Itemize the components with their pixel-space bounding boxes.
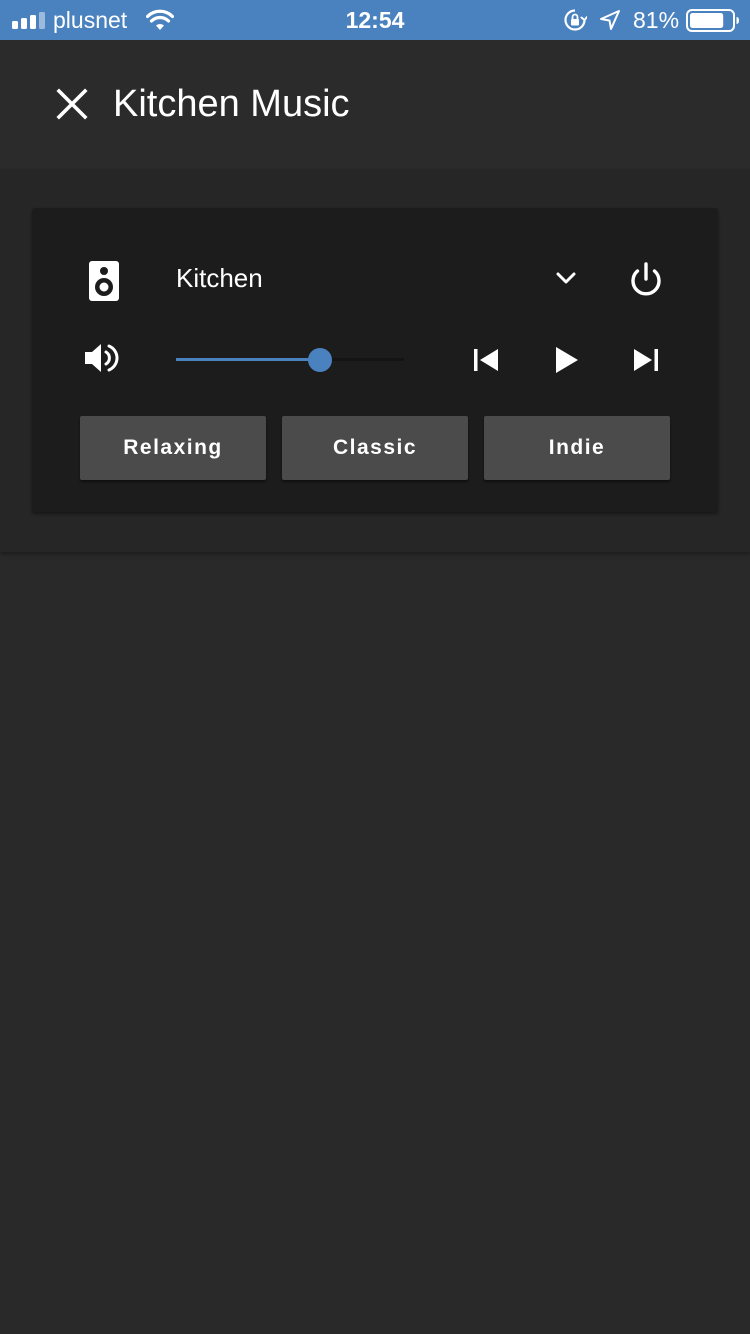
close-button[interactable] [48, 80, 96, 128]
previous-track-button[interactable] [468, 342, 504, 378]
preset-button-relaxing[interactable]: Relaxing [80, 416, 266, 480]
power-icon [631, 262, 661, 296]
close-icon [56, 88, 88, 120]
dialog-content: Kitchen Relaxing Classic Indie [0, 170, 750, 552]
status-bar: plusnet 12:54 81% [0, 0, 750, 40]
media-player-card: Kitchen Relaxing Classic Indie [32, 208, 718, 512]
location-arrow-icon [600, 10, 620, 30]
battery-percentage: 81% [633, 7, 680, 33]
media-player-name: Kitchen [176, 263, 263, 293]
play-icon [556, 347, 578, 373]
volume-slider-fill [176, 358, 320, 361]
source-dropdown-button[interactable] [548, 260, 584, 296]
rotation-lock-icon [564, 9, 587, 31]
dialog-header: Kitchen Music [0, 40, 750, 168]
chevron-down-icon [556, 272, 576, 284]
volume-slider[interactable] [176, 346, 404, 374]
preset-button-classic[interactable]: Classic [282, 416, 468, 480]
volume-slider-thumb[interactable] [308, 348, 332, 372]
power-button[interactable] [624, 258, 668, 302]
preset-button-indie[interactable]: Indie [484, 416, 670, 480]
skip-previous-icon [474, 349, 498, 371]
skip-next-icon [634, 349, 658, 371]
play-button[interactable] [548, 342, 584, 378]
mute-button[interactable] [82, 338, 126, 378]
volume-high-icon [85, 344, 119, 372]
next-track-button[interactable] [628, 342, 664, 378]
battery-icon [686, 9, 739, 32]
speaker-icon [89, 261, 119, 301]
page-title: Kitchen Music [113, 83, 350, 125]
